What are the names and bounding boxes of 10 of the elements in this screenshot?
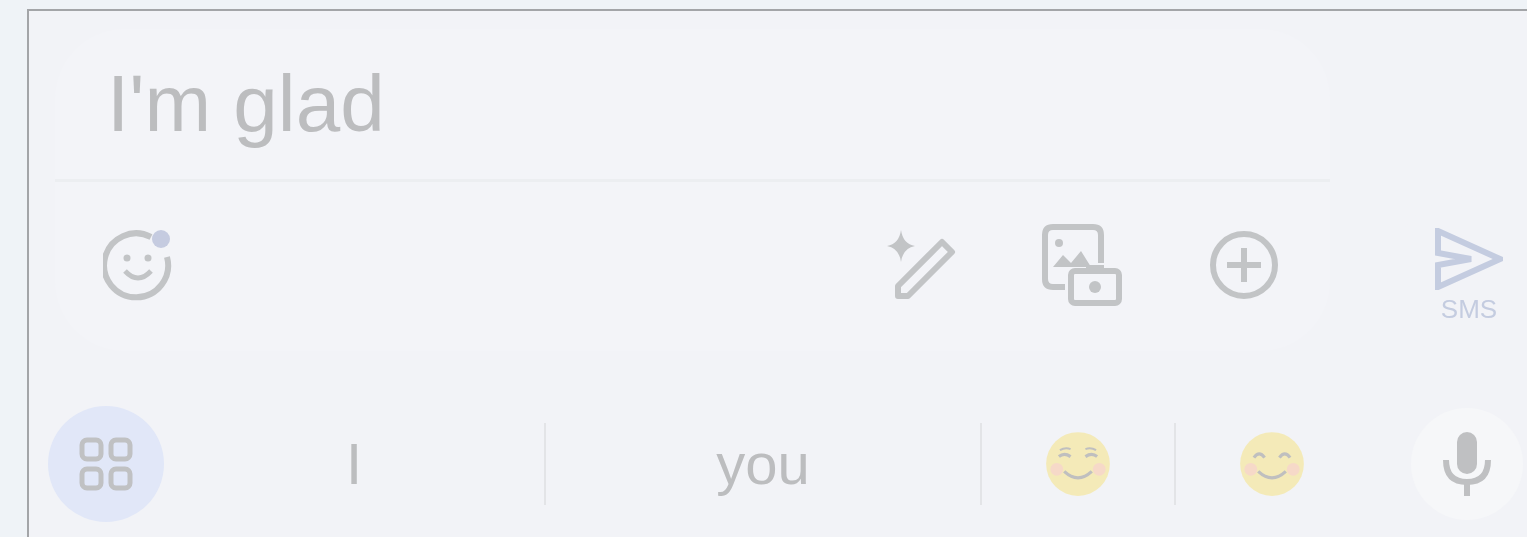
gallery-camera-icon[interactable] — [1041, 222, 1123, 307]
microphone-icon — [1441, 429, 1493, 498]
message-field[interactable]: I'm glad — [55, 29, 1330, 179]
add-icon[interactable] — [1209, 229, 1279, 300]
smiling-face-icon — [1044, 430, 1112, 497]
suggestion-chip[interactable]: I — [164, 419, 544, 508]
send-icon — [1435, 227, 1503, 290]
suggestion-chip[interactable]: you — [546, 419, 980, 508]
smiling-face-icon — [1238, 430, 1306, 497]
apps-icon — [79, 436, 133, 491]
